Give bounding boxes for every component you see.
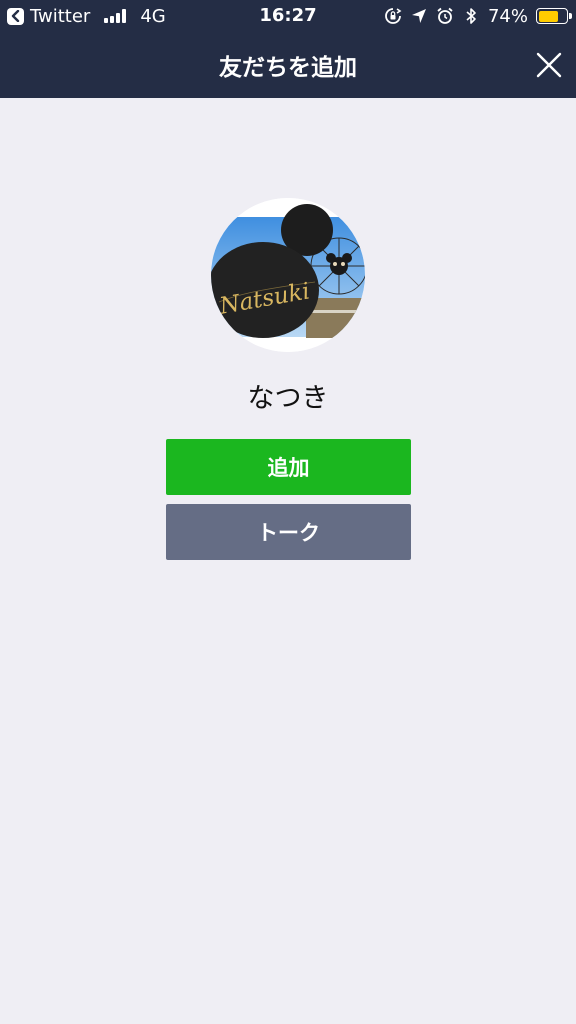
bluetooth-icon — [462, 7, 480, 25]
orientation-lock-icon — [384, 7, 402, 25]
profile-name: なつき — [247, 383, 329, 414]
battery-percent: 74% — [487, 5, 528, 27]
alarm-icon — [436, 7, 454, 25]
add-friend-button[interactable]: 追加 — [166, 439, 411, 495]
status-bar: Twitter 4G 16:27 74% — [0, 0, 576, 32]
status-right: 74% — [384, 5, 572, 27]
top-bar: Twitter 4G 16:27 74% 友だちを追加 — [0, 0, 576, 98]
avatar[interactable]: Natsuki — [211, 198, 365, 352]
battery-level — [538, 10, 559, 22]
close-icon — [536, 52, 562, 78]
talk-button[interactable]: トーク — [166, 504, 411, 560]
battery-icon — [536, 8, 572, 24]
page-title: 友だちを追加 — [219, 55, 357, 81]
avatar-image: Natsuki — [211, 198, 365, 352]
close-button[interactable] — [534, 50, 564, 80]
location-icon — [410, 7, 428, 25]
